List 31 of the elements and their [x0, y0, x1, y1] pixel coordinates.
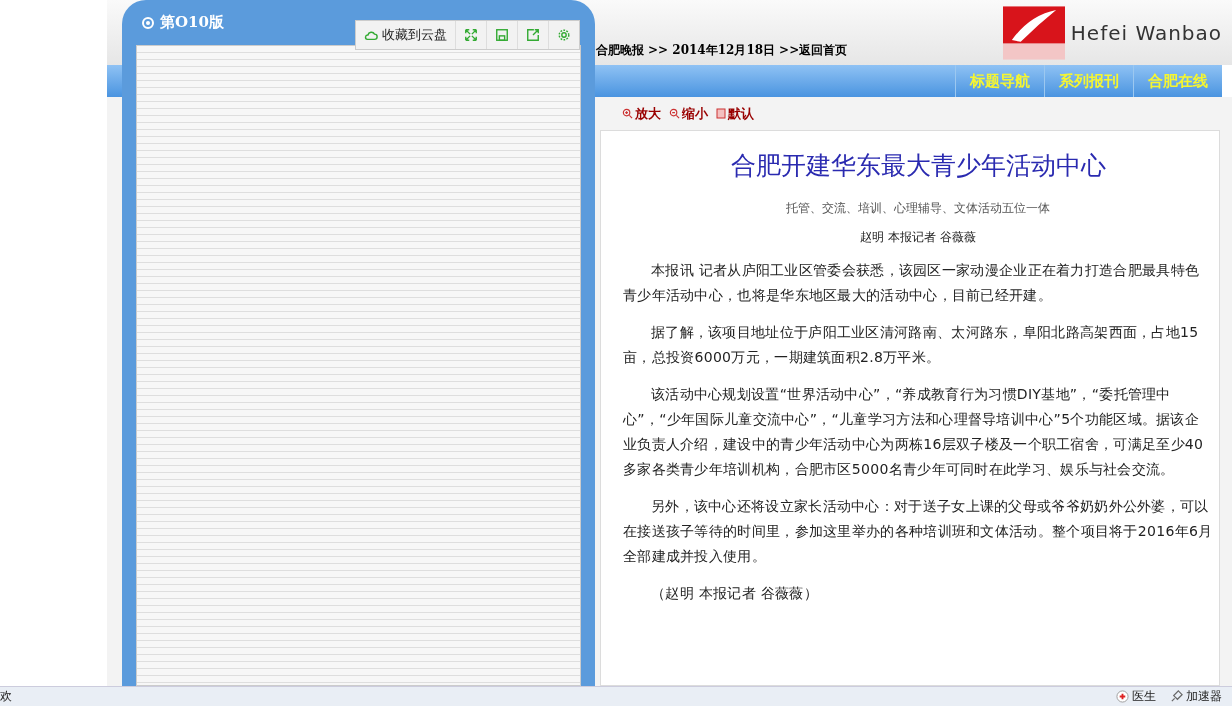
- article-paragraph: （赵明 本报记者 谷薇薇）: [650, 584, 819, 603]
- status-text: 欢: [0, 688, 12, 705]
- logo-icon: [1002, 4, 1065, 61]
- page-icon: [716, 108, 726, 119]
- cloud-icon: [364, 28, 378, 42]
- home-link[interactable]: >>返回首页: [779, 42, 848, 59]
- article-paragraph: 本报讯 记者从庐阳工业区管委会获悉，该园区一家动漫企业正在着力打造合肥最具特色青少年活动中心，也将是华东地区最大的活动中心，目前已经开建。: [623, 261, 1201, 305]
- status-button[interactable]: 医生: [1116, 688, 1156, 705]
- zoom-control[interactable]: 默认: [716, 104, 754, 123]
- breadcrumb-text: >> 2014年12月18日: [648, 42, 776, 59]
- status-button[interactable]: 加速器: [1170, 688, 1222, 705]
- save-icon: [495, 28, 509, 42]
- article-paragraph: 该活动中心规划设置“世界活动中心”，“养成教育行为习惯DIY基地”，“委托管理中心”，“少年国际儿童交流中心”，“儿童学习方法和心理督导培训中心”5个功能区域。据该企业负责人介绍，建设中的青少年活动中心为两栋16层双子楼及一个职工宿舍，可满足至少40多家各类青少年培训机构，合肥市区5000名青少年可同时在此学习、娱乐与社会交流。: [623, 385, 1205, 479]
- zoom-out-icon: [669, 108, 680, 119]
- logo-text: Hefei Wanbao: [1070, 20, 1222, 45]
- article-byline: 赵明 本报记者 谷薇薇: [859, 229, 977, 246]
- article-title: 合肥开建华东最大青少年活动中心: [729, 150, 1107, 182]
- article-paragraph: 据了解，该项目地址位于庐阳工业区清河路南、太河路东，阜阳北路高架西面，占地15亩，总投资6000万元，一期建筑面积2.8万平米。: [623, 323, 1200, 367]
- share-icon: [526, 28, 540, 42]
- target-icon: [142, 16, 154, 29]
- settings-icon: [557, 28, 571, 42]
- article-paragraph: 另外，该中心还将设立家长活动中心：对于送子女上课的父母或爷爷奶奶外公外婆，可以在接送孩子等待的时间里，参加这里举办的各种培训班和文体活动。整个项目将于2016年6月全部建成并投入使用。: [623, 497, 1213, 566]
- zoom-in-icon: [622, 108, 633, 119]
- article-subtitle: 托管、交流、培训、心理辅导、文体活动五位一体: [785, 200, 1051, 217]
- edition-title: 第O10版: [142, 13, 224, 32]
- breadcrumb-text: 合肥晚报: [596, 42, 644, 59]
- medical-cross-icon: [1116, 690, 1129, 703]
- zoom-control[interactable]: 放大: [622, 104, 661, 123]
- expand-icon: [464, 28, 478, 42]
- zoom-control[interactable]: 缩小: [669, 104, 708, 123]
- save-to-cloud-button[interactable]: 收藏到云盘: [356, 21, 455, 49]
